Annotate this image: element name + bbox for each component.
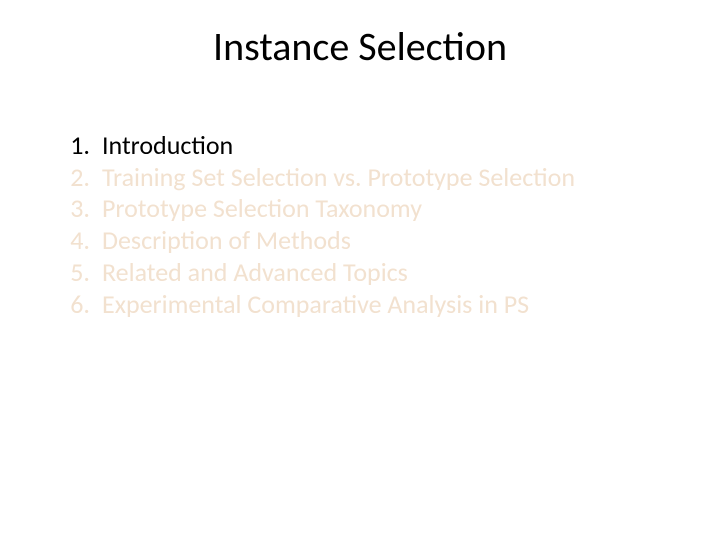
outline-list: 1. Introduction 2. Training Set Selectio… [48,130,672,320]
list-number: 2. [48,162,90,194]
slide-title: Instance Selection [0,22,720,71]
list-item: 3. Prototype Selection Taxonomy [48,193,672,225]
list-item: 6. Experimental Comparative Analysis in … [48,289,672,321]
list-label: Experimental Comparative Analysis in PS [90,289,529,321]
list-item: 5. Related and Advanced Topics [48,257,672,289]
list-item: 1. Introduction [48,130,672,162]
list-label: Related and Advanced Topics [90,257,408,289]
list-label: Description of Methods [90,225,351,257]
list-item: 2. Training Set Selection vs. Prototype … [48,162,672,194]
list-number: 4. [48,225,90,257]
list-item: 4. Description of Methods [48,225,672,257]
list-label: Training Set Selection vs. Prototype Sel… [90,162,575,194]
list-number: 1. [48,130,90,162]
list-label: Prototype Selection Taxonomy [90,193,422,225]
slide: Instance Selection 1. Introduction 2. Tr… [0,0,720,540]
list-label: Introduction [90,130,233,162]
list-number: 5. [48,257,90,289]
list-number: 3. [48,193,90,225]
list-number: 6. [48,289,90,321]
